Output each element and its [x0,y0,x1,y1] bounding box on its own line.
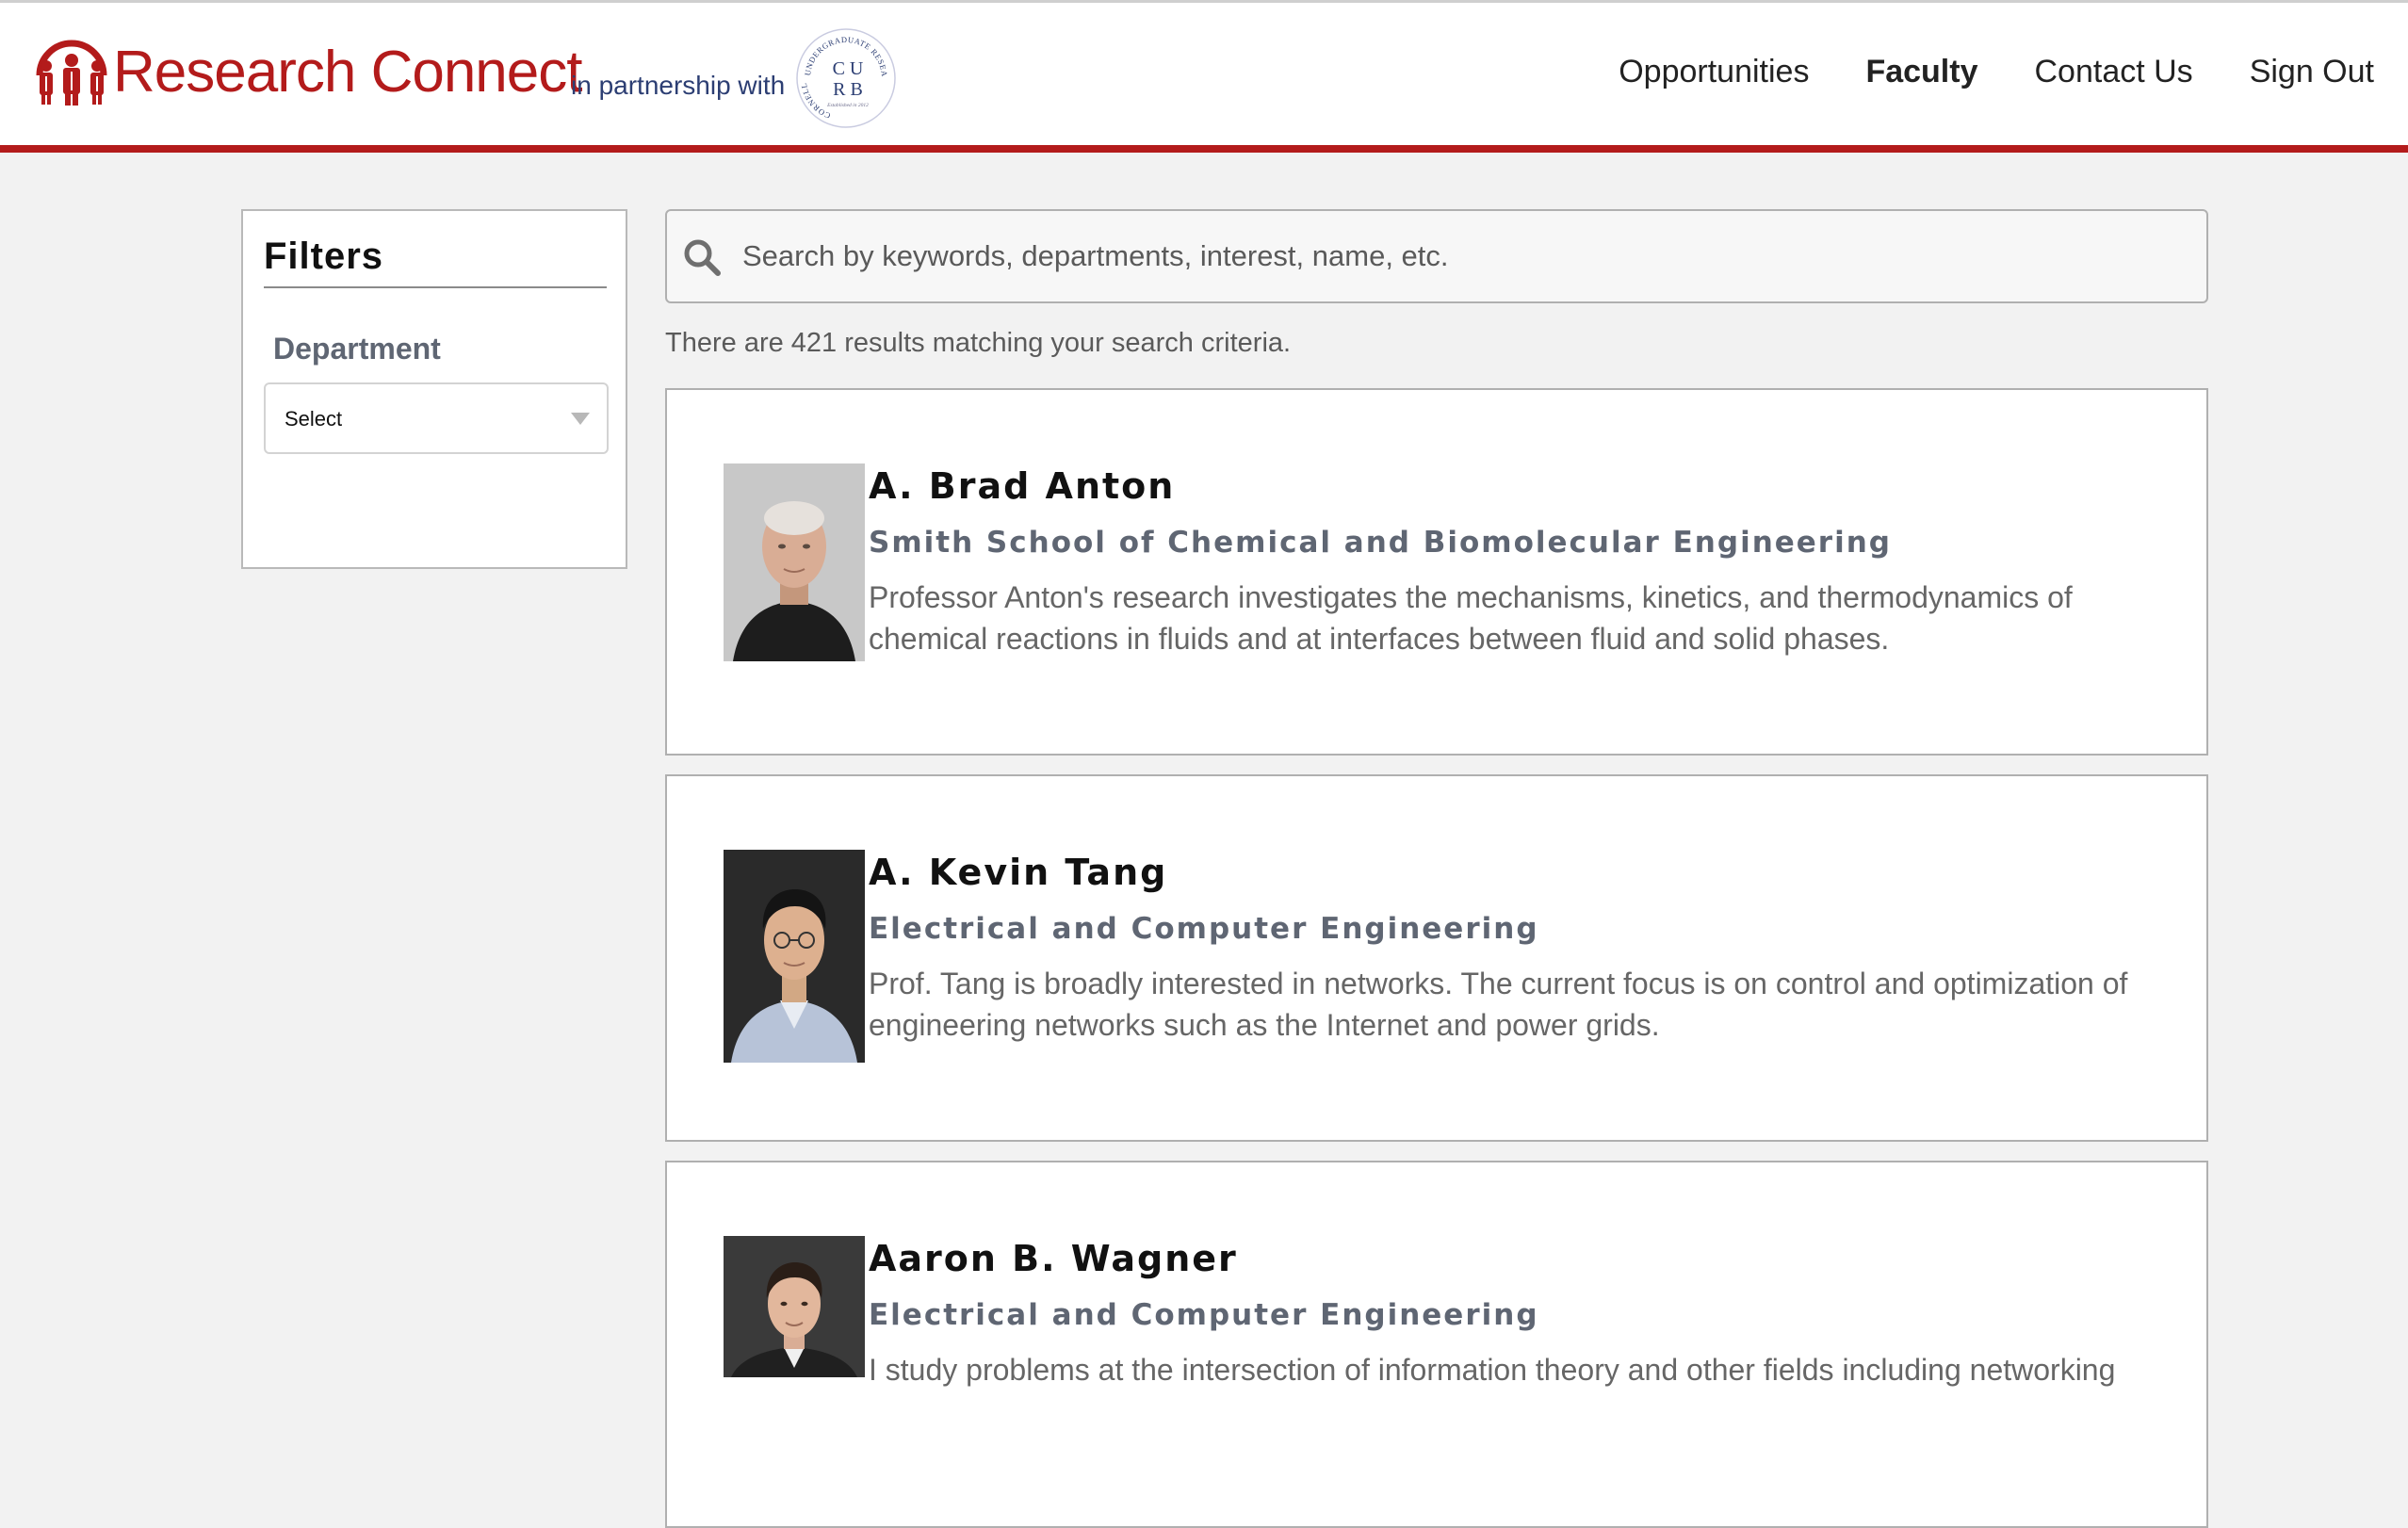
nav-contact-us[interactable]: Contact Us [2035,54,2193,90]
seal-established-text: Established in 2012 [826,103,869,108]
top-header: Research Connect in partnership with UND… [0,0,2408,153]
department-select[interactable]: Select [264,382,609,454]
faculty-card[interactable]: A. Kevin Tang Electrical and Computer En… [665,774,2208,1142]
seal-side-text: CORNELL [799,82,831,121]
faculty-department: Smith School of Chemical and Biomolecula… [869,526,1892,560]
faculty-description: Professor Anton's research investigates … [869,580,2073,656]
faculty-card[interactable]: A. Brad Anton Smith School of Chemical a… [665,388,2208,756]
filters-divider [264,286,607,288]
department-select-value: Select [285,407,343,431]
research-connect-logo-icon [36,40,107,106]
nav-opportunities[interactable]: Opportunities [1619,54,1809,90]
faculty-name[interactable]: Aaron B. Wagner [869,1238,1238,1279]
app-name: Research Connect [113,39,582,105]
filters-panel: Filters Department Select [241,209,627,569]
curb-seal-logo[interactable]: UNDERGRADUATE RESEARCH BOARD CORNELL C U… [793,25,899,131]
search-icon [684,239,721,276]
faculty-photo[interactable] [724,1236,865,1377]
svg-text:CORNELL: CORNELL [799,82,832,121]
nav-faculty[interactable]: Faculty [1865,54,1977,90]
department-label: Department [273,332,441,366]
faculty-name[interactable]: A. Brad Anton [869,465,1175,507]
faculty-photo[interactable] [724,463,865,661]
faculty-description: I study problems at the intersection of … [869,1353,2116,1387]
partnership-text: in partnership with [571,71,786,100]
faculty-name[interactable]: A. Kevin Tang [869,852,1167,893]
seal-initials-line2: R B [833,79,863,100]
results-count-text: There are 421 results matching your sear… [665,328,1292,358]
research-connect-logo[interactable]: Research Connect [34,29,582,114]
search-bar[interactable] [665,209,2208,303]
seal-initials-line1: C U [833,58,864,79]
faculty-photo[interactable] [724,850,865,1063]
main-nav: Opportunities Faculty Contact Us Sign Ou… [1562,54,2374,90]
faculty-department: Electrical and Computer Engineering [869,912,1539,946]
faculty-department: Electrical and Computer Engineering [869,1298,1539,1332]
search-input[interactable] [742,228,2174,284]
filters-title: Filters [264,236,384,277]
chevron-down-icon [571,413,590,425]
faculty-description: Prof. Tang is broadly interested in netw… [869,967,2128,1042]
nav-sign-out[interactable]: Sign Out [2250,54,2374,90]
faculty-card[interactable]: Aaron B. Wagner Electrical and Computer … [665,1161,2208,1528]
